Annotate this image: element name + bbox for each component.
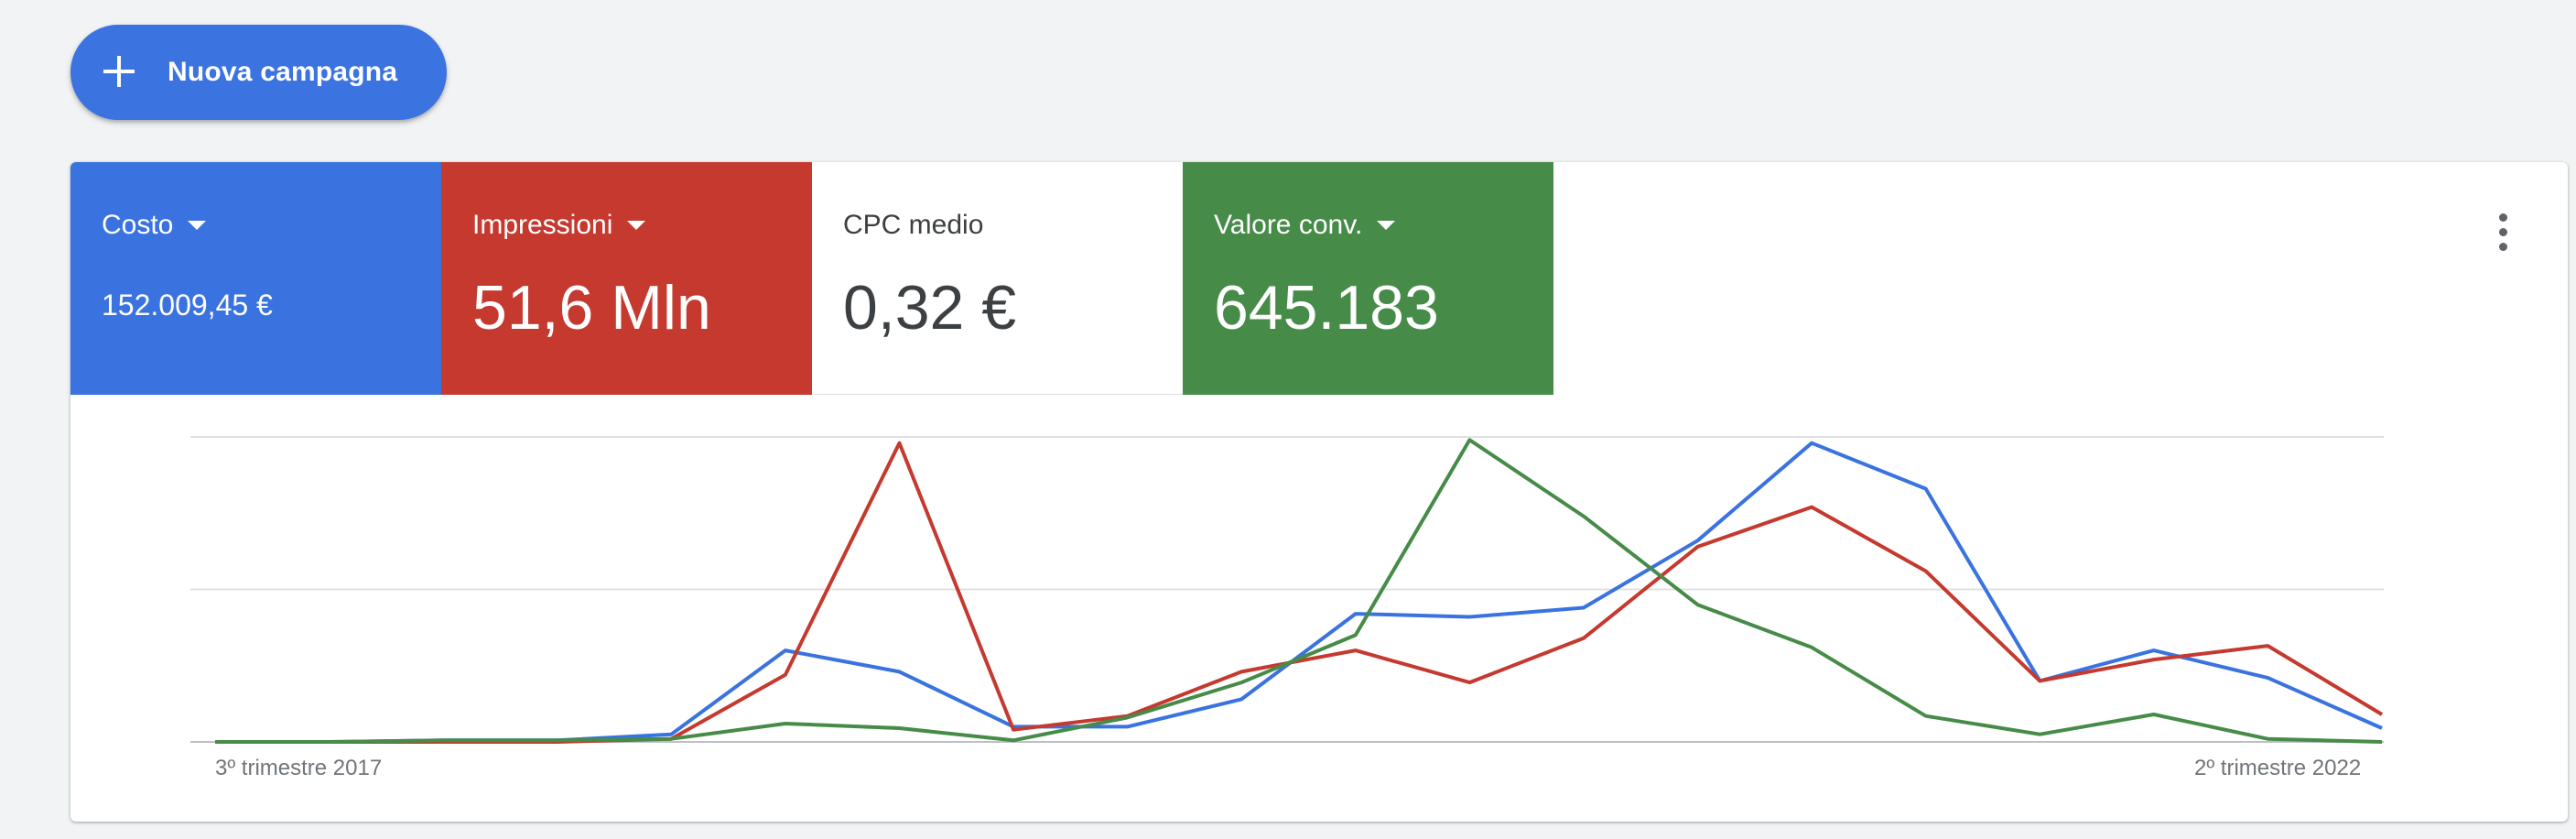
metric-tile-impressions[interactable]: Impressioni 51,6 Mln	[441, 162, 812, 395]
metric-label: Costo	[102, 210, 174, 240]
x-axis-start-label: 3º trimestre 2017	[215, 756, 383, 780]
metric-value: 152.009,45 €	[102, 289, 273, 321]
metric-value: 645.183	[1214, 273, 1439, 343]
metric-label: Impressioni	[472, 210, 613, 240]
metric-tile-avg-cpc[interactable]: CPC medio 0,32 €	[812, 162, 1183, 395]
series-line-0	[215, 441, 2383, 744]
new-campaign-button[interactable]: Nuova campagna	[70, 25, 447, 120]
caret-down-icon[interactable]	[627, 221, 646, 230]
performance-card: Costo 152.009,45 € Impressioni 51,6 Mln …	[70, 162, 2568, 822]
more-vert-icon[interactable]	[2485, 210, 2522, 256]
metric-label: CPC medio	[843, 210, 984, 240]
metric-label: Valore conv.	[1214, 210, 1363, 240]
performance-chart	[190, 436, 2384, 744]
caret-down-icon[interactable]	[188, 221, 207, 230]
series-line-1	[215, 441, 2384, 744]
metric-value: 51,6 Mln	[472, 273, 711, 343]
metric-value: 0,32 €	[843, 273, 1017, 343]
caret-down-icon[interactable]	[1377, 221, 1396, 230]
metric-tile-cost[interactable]: Costo 152.009,45 €	[70, 162, 441, 395]
x-axis-end-label: 2º trimestre 2022	[2194, 756, 2362, 780]
plus-icon	[103, 56, 135, 87]
metric-tile-conv-value[interactable]: Valore conv. 645.183	[1183, 162, 1553, 395]
new-campaign-label: Nuova campagna	[168, 57, 398, 87]
series-line-2	[215, 438, 2383, 744]
